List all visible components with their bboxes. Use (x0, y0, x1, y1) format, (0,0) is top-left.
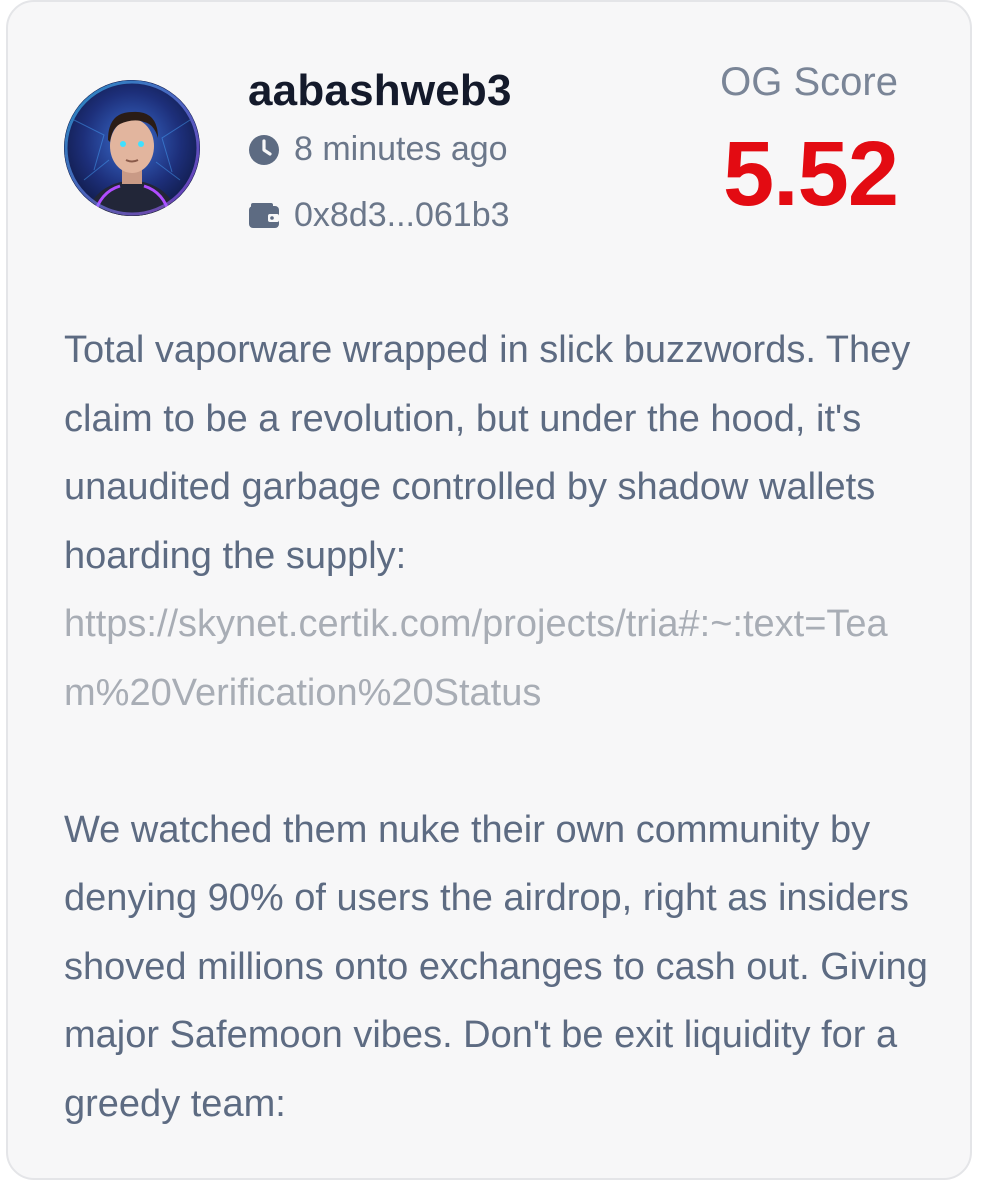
wallet-row: 0x8d3...061b3 (248, 196, 510, 235)
post-time-row: 8 minutes ago (248, 130, 508, 169)
post-card: aabashweb3 8 minutes ago 0x8d3...061b3 O… (6, 0, 972, 1180)
og-score-value: 5.52 (722, 123, 899, 225)
post-paragraph-2: We watched them nuke their own community… (64, 808, 928, 1125)
avatar-image (64, 80, 200, 216)
post-body: Total vaporware wrapped in slick buzzwor… (64, 316, 934, 1138)
avatar[interactable] (64, 80, 200, 216)
og-score-label: OG Score (720, 60, 898, 104)
wallet-address[interactable]: 0x8d3...061b3 (294, 196, 510, 235)
post-paragraph-1: Total vaporware wrapped in slick buzzwor… (64, 329, 911, 577)
username[interactable]: aabashweb3 (248, 66, 512, 116)
post-link-1[interactable]: https://skynet.certik.com/projects/tria#… (64, 590, 934, 727)
post-time: 8 minutes ago (294, 130, 508, 168)
clock-icon (248, 134, 280, 166)
wallet-icon (248, 200, 280, 232)
